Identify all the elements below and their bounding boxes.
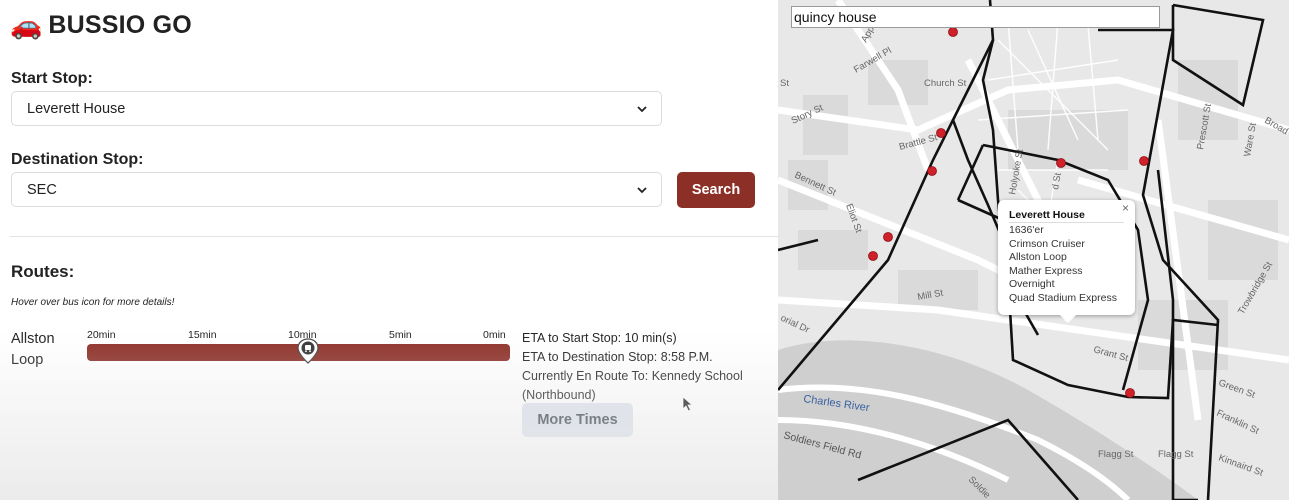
eta-destination: ETA to Destination Stop: 8:58 P.M.	[522, 350, 713, 364]
popup-route: Allston Loop	[1009, 251, 1067, 263]
en-route: Currently En Route To: Kennedy School (N…	[522, 369, 743, 402]
close-icon[interactable]: ×	[1122, 201, 1129, 215]
more-times-button[interactable]: More Times	[522, 403, 633, 437]
chevron-down-icon	[637, 187, 647, 194]
start-stop-value: Leverett House	[27, 100, 126, 117]
routes-heading: Routes:	[11, 262, 75, 281]
left-panel: 🚗 BUSSIO GO Start Stop: Leverett House D…	[0, 0, 778, 500]
popup-title: Leverett House	[1009, 209, 1124, 223]
street-label: St	[780, 78, 789, 89]
app-header: 🚗 BUSSIO GO	[10, 10, 192, 40]
chevron-down-icon	[637, 106, 647, 113]
popup-route: 1636'er	[1009, 224, 1044, 236]
bus-marker-icon[interactable]	[297, 338, 319, 364]
street-label: Church St	[924, 78, 967, 89]
timeline-tick: 15min	[188, 329, 217, 341]
destination-stop-select[interactable]: SEC	[11, 172, 662, 207]
app-title: BUSSIO GO	[48, 10, 192, 39]
timeline-tick: 20min	[87, 329, 116, 341]
street-label: Flagg St	[1158, 449, 1194, 460]
popup-route: Overnight	[1009, 278, 1055, 290]
street-label: Flagg St	[1098, 449, 1134, 460]
timeline-tick: 5min	[389, 329, 412, 341]
destination-stop-label: Destination Stop:	[11, 151, 144, 168]
route-info: ETA to Start Stop: 10 min(s) ETA to Dest…	[522, 329, 762, 405]
timeline-tick: 0min	[483, 329, 506, 341]
map-panel[interactable]: Church St Farwell Pl Story St Brattle St…	[778, 0, 1289, 500]
routes-hint: Hover over bus icon for more details!	[11, 297, 175, 308]
popup-route: Quad Stadium Express	[1009, 291, 1117, 304]
search-button[interactable]: Search	[677, 172, 755, 208]
stop-info-popup: × Leverett House 1636'er Crimson Cruiser…	[998, 200, 1135, 323]
mouse-cursor-icon	[682, 396, 694, 412]
route-name: Allston Loop	[11, 331, 55, 368]
map-search-input[interactable]: quincy house	[791, 6, 1160, 28]
divider	[10, 236, 778, 237]
start-stop-label: Start Stop:	[11, 70, 93, 87]
destination-stop-value: SEC	[27, 181, 57, 198]
popup-route: Crimson Cruiser	[1009, 237, 1085, 250]
eta-start: ETA to Start Stop: 10 min(s)	[522, 331, 677, 345]
popup-route: Mather Express	[1009, 264, 1083, 277]
start-stop-select[interactable]: Leverett House	[11, 91, 662, 126]
car-icon: 🚗	[10, 10, 43, 40]
